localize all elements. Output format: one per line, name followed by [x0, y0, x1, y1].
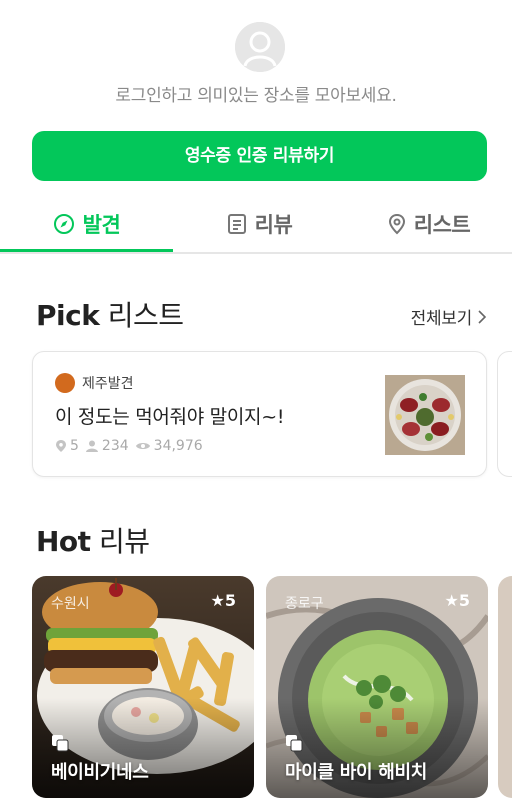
next-hot-review-card[interactable] — [498, 576, 512, 798]
saves-count: 234 — [101, 438, 129, 454]
tab-label: 발견 — [82, 212, 121, 237]
tab-bar: 발견 리뷰 리스트 — [0, 195, 512, 254]
views-count: 34,976 — [153, 438, 203, 454]
tab-reviews[interactable]: 리뷰 — [173, 195, 346, 252]
receipt-review-button[interactable]: 영수증 인증 리뷰하기 — [32, 131, 487, 181]
chevron-right-icon — [478, 309, 487, 324]
avatar[interactable] — [235, 22, 285, 72]
food-plate-image — [385, 375, 465, 455]
active-tab-indicator — [0, 249, 173, 252]
review-rating: ★5 — [444, 591, 470, 610]
view-all-link[interactable]: 전체보기 — [411, 304, 488, 329]
document-icon — [227, 213, 246, 234]
tab-discover[interactable]: 발견 — [0, 195, 173, 252]
hot-review-card[interactable]: 종로구 ★5 마이클 바이 해비치 — [266, 576, 488, 798]
tab-lists[interactable]: 리스트 — [346, 195, 512, 252]
places-count: 5 — [70, 438, 79, 454]
pick-section-title: Pick 리스트 — [36, 299, 184, 332]
tab-label: 리뷰 — [254, 212, 293, 237]
review-place-name: 베이비기네스 — [51, 762, 149, 783]
next-pick-card[interactable] — [497, 351, 512, 477]
login-message[interactable]: 로그인하고 의미있는 장소를 모아보세요. — [0, 81, 512, 106]
list-stats: 5 234 34,976 — [55, 438, 209, 454]
hot-section-title: Hot 리뷰 — [36, 525, 150, 558]
review-place-name: 마이클 바이 해비치 — [285, 762, 428, 783]
list-title: 이 정도는 먹어줘야 말이지~! — [55, 406, 285, 428]
list-thumbnail — [385, 375, 465, 455]
review-region: 수원시 — [51, 596, 90, 612]
eye-icon — [135, 443, 150, 449]
review-rating: ★5 — [210, 591, 236, 610]
review-region: 종로구 — [285, 596, 324, 612]
hot-review-card[interactable]: 수원시 ★5 베이비기네스 — [32, 576, 254, 798]
compass-icon — [53, 213, 74, 234]
location-pin-icon — [388, 213, 405, 234]
pin-icon — [56, 440, 66, 452]
multiple-photos-icon — [286, 735, 303, 752]
pick-list-card[interactable]: 제주발견 이 정도는 먹어줘야 말이지~! 5 234 34,976 — [32, 351, 487, 477]
author-avatar — [55, 373, 75, 393]
tab-label: 리스트 — [413, 212, 471, 237]
list-author: 제주발견 — [55, 373, 134, 393]
user-silhouette-icon — [235, 22, 285, 72]
multiple-photos-icon — [52, 735, 69, 752]
person-icon — [85, 440, 98, 452]
